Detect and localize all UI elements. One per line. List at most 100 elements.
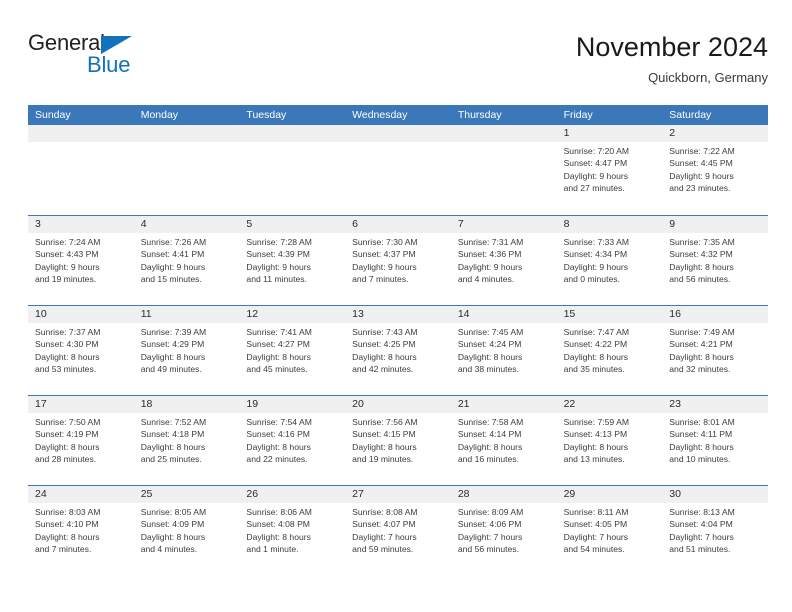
day-cell[interactable]: 15 Sunrise: 7:47 AM Sunset: 4:22 PM Dayligh… — [556, 306, 663, 395]
day-cell[interactable]: 21 Sunrise: 7:58 AM Sunset: 4:14 PM Dayligh… — [450, 396, 557, 485]
sunrise-text: Sunrise: 7:58 AM — [457, 417, 524, 427]
daylight-text-line2: and 53 minutes. — [35, 364, 97, 375]
daylight-text-line1: Daylight: 8 hours — [669, 441, 734, 452]
day-cell[interactable]: 30 Sunrise: 8:13 AM Sunset: 4:04 PM Dayligh… — [662, 486, 768, 575]
sunrise-text: Sunrise: 8:03 AM — [35, 507, 101, 517]
day-cell[interactable]: 5 Sunrise: 7:28 AM Sunset: 4:39 PM Daylight… — [239, 216, 346, 305]
day-cell[interactable]: 2 Sunrise: 7:22 AM Sunset: 4:45 PM Daylight… — [662, 125, 768, 215]
sunrise-text: Sunrise: 7:35 AM — [669, 237, 735, 247]
daylight-text-line2: and 11 minutes. — [246, 274, 307, 285]
day-cell[interactable]: 11 Sunrise: 7:39 AM Sunset: 4:29 PM Dayligh… — [133, 306, 240, 395]
weekday-header-monday: Monday — [140, 109, 179, 121]
sunset-text: Sunset: 4:08 PM — [246, 519, 310, 530]
day-details: Sunrise: 8:06 AM Sunset: 4:08 PM Daylight:… — [239, 503, 345, 556]
day-cell[interactable]: 7 Sunrise: 7:31 AM Sunset: 4:36 PM Daylight… — [450, 216, 557, 305]
day-cell[interactable]: 27 Sunrise: 8:08 AM Sunset: 4:07 PM Dayligh… — [345, 486, 451, 575]
weekday-header-thursday: Thursday — [457, 109, 502, 121]
sunrise-text: Sunrise: 8:06 AM — [246, 507, 312, 517]
day-cell[interactable]: 9 Sunrise: 7:35 AM Sunset: 4:32 PM Daylight… — [662, 216, 768, 305]
day-cell[interactable]: 24 Sunrise: 8:03 AM Sunset: 4:10 PM Dayligh… — [28, 486, 134, 575]
day-cell[interactable]: 18 Sunrise: 7:52 AM Sunset: 4:18 PM Dayligh… — [133, 396, 240, 485]
day-cell[interactable]: 16 Sunrise: 7:49 AM Sunset: 4:21 PM Dayligh… — [662, 306, 768, 395]
day-details: Sunrise: 8:03 AM Sunset: 4:10 PM Daylight:… — [28, 503, 134, 556]
day-number: 3 — [28, 216, 134, 233]
day-cell[interactable]: 26 Sunrise: 8:06 AM Sunset: 4:08 PM Dayligh… — [239, 486, 346, 575]
day-cell[interactable]: 28 Sunrise: 8:09 AM Sunset: 4:06 PM Dayligh… — [450, 486, 557, 575]
sunrise-text: Sunrise: 8:09 AM — [457, 507, 524, 517]
day-cell[interactable]: 22 Sunrise: 7:59 AM Sunset: 4:13 PM Dayligh… — [556, 396, 663, 485]
day-details: Sunrise: 7:41 AM Sunset: 4:27 PM Daylight:… — [239, 323, 345, 376]
day-number: 4 — [133, 216, 240, 233]
day-number: 26 — [239, 486, 346, 503]
daylight-text-line1: Daylight: 8 hours — [140, 351, 206, 362]
daylight-text-line2: and 38 minutes. — [457, 364, 519, 375]
day-cell[interactable]: 1 Sunrise: 7:20 AM Sunset: 4:47 PM Daylight… — [556, 125, 663, 215]
day-cell[interactable]: 25 Sunrise: 8:05 AM Sunset: 4:09 PM Dayligh… — [133, 486, 240, 575]
sunset-text: Sunset: 4:07 PM — [352, 519, 416, 530]
day-cell[interactable]: 10 Sunrise: 7:37 AM Sunset: 4:30 PM Dayligh… — [28, 306, 134, 395]
day-details: Sunrise: 7:31 AM Sunset: 4:36 PM Daylight:… — [451, 233, 557, 286]
sunset-text: Sunset: 4:27 PM — [246, 339, 310, 350]
day-cell[interactable]: 12 Sunrise: 7:41 AM Sunset: 4:27 PM Dayligh… — [239, 306, 346, 395]
weekday-header-wednesday: Wednesday — [352, 109, 408, 121]
day-details: Sunrise: 7:43 AM Sunset: 4:25 PM Daylight:… — [345, 323, 451, 376]
day-number: 24 — [28, 486, 134, 503]
day-cell[interactable]: 23 Sunrise: 8:01 AM Sunset: 4:11 PM Dayligh… — [662, 396, 768, 485]
day-details: Sunrise: 7:35 AM Sunset: 4:32 PM Daylight:… — [662, 233, 768, 286]
sunrise-text: Sunrise: 7:45 AM — [457, 327, 524, 337]
daylight-text-line2: and 19 minutes. — [35, 274, 97, 285]
day-details: Sunrise: 7:52 AM Sunset: 4:18 PM Daylight:… — [134, 413, 240, 466]
day-cell[interactable]: 4 Sunrise: 7:26 AM Sunset: 4:41 PM Daylight… — [133, 216, 240, 305]
day-cell-empty — [345, 125, 451, 215]
calendar-week-row: 17 Sunrise: 7:50 AM Sunset: 4:19 PM Dayligh… — [28, 395, 768, 485]
day-details: Sunrise: 7:28 AM Sunset: 4:39 PM Daylight:… — [239, 233, 345, 286]
daylight-text-line1: Daylight: 8 hours — [246, 441, 311, 452]
daylight-text-line1: Daylight: 8 hours — [563, 441, 629, 452]
daylight-text-line1: Daylight: 9 hours — [669, 170, 734, 181]
day-cell[interactable]: 14 Sunrise: 7:45 AM Sunset: 4:24 PM Dayligh… — [450, 306, 557, 395]
daylight-text-line2: and 45 minutes. — [246, 364, 308, 375]
day-cell[interactable]: 6 Sunrise: 7:30 AM Sunset: 4:37 PM Daylight… — [345, 216, 451, 305]
sunset-text: Sunset: 4:22 PM — [563, 339, 628, 350]
day-cell-empty — [28, 125, 134, 215]
day-cell[interactable]: 29 Sunrise: 8:11 AM Sunset: 4:05 PM Dayligh… — [556, 486, 663, 575]
daylight-text-line1: Daylight: 8 hours — [35, 441, 100, 452]
day-number: 14 — [450, 306, 557, 323]
weekday-header-row: Sunday Monday Tuesday Wednesday Thursday Frid… — [28, 105, 768, 125]
day-cell[interactable]: 17 Sunrise: 7:50 AM Sunset: 4:19 PM Dayligh… — [28, 396, 134, 485]
day-cell-empty — [239, 125, 346, 215]
day-cell[interactable]: 3 Sunrise: 7:24 AM Sunset: 4:43 PM Daylight… — [28, 216, 134, 305]
daylight-text-line2: and 56 minutes. — [669, 274, 731, 285]
brand-logo[interactable]: General Blue — [28, 30, 146, 84]
day-details: Sunrise: 7:24 AM Sunset: 4:43 PM Daylight:… — [28, 233, 134, 286]
sunset-text: Sunset: 4:41 PM — [140, 249, 205, 260]
sunrise-text: Sunrise: 7:52 AM — [140, 417, 207, 427]
day-details: Sunrise: 8:11 AM Sunset: 4:05 PM Daylight:… — [557, 503, 663, 556]
daylight-text-line2: and 42 minutes. — [352, 364, 414, 375]
day-details: Sunrise: 8:08 AM Sunset: 4:07 PM Daylight:… — [345, 503, 451, 556]
day-cell[interactable]: 13 Sunrise: 7:43 AM Sunset: 4:25 PM Dayligh… — [345, 306, 451, 395]
daylight-text-line1: Daylight: 9 hours — [563, 170, 629, 181]
sunrise-text: Sunrise: 8:13 AM — [669, 507, 735, 517]
day-cell[interactable]: 19 Sunrise: 7:54 AM Sunset: 4:16 PM Dayligh… — [239, 396, 346, 485]
sunrise-text: Sunrise: 7:28 AM — [246, 237, 312, 247]
daylight-text-line1: Daylight: 9 hours — [246, 261, 311, 272]
day-details: Sunrise: 7:49 AM Sunset: 4:21 PM Daylight:… — [662, 323, 768, 376]
sunset-text: Sunset: 4:45 PM — [669, 158, 733, 169]
day-number: 9 — [662, 216, 768, 233]
daylight-text-line2: and 35 minutes. — [563, 364, 625, 375]
daylight-text-line1: Daylight: 8 hours — [669, 261, 734, 272]
sunset-text: Sunset: 4:29 PM — [140, 339, 205, 350]
daylight-text-line2: and 28 minutes. — [35, 454, 97, 465]
sunrise-text: Sunrise: 7:41 AM — [246, 327, 312, 337]
daylight-text-line2: and 22 minutes. — [246, 454, 308, 465]
daylight-text-line1: Daylight: 8 hours — [457, 351, 523, 362]
day-number: 10 — [28, 306, 134, 323]
sunrise-text: Sunrise: 7:59 AM — [563, 417, 630, 427]
daylight-text-line1: Daylight: 9 hours — [35, 261, 100, 272]
sunrise-text: Sunrise: 7:39 AM — [140, 327, 207, 337]
daylight-text-line2: and 10 minutes. — [669, 454, 731, 465]
day-cell[interactable]: 8 Sunrise: 7:33 AM Sunset: 4:34 PM Daylight… — [556, 216, 663, 305]
daylight-text-line1: Daylight: 7 hours — [563, 531, 629, 542]
day-cell[interactable]: 20 Sunrise: 7:56 AM Sunset: 4:15 PM Dayligh… — [345, 396, 451, 485]
